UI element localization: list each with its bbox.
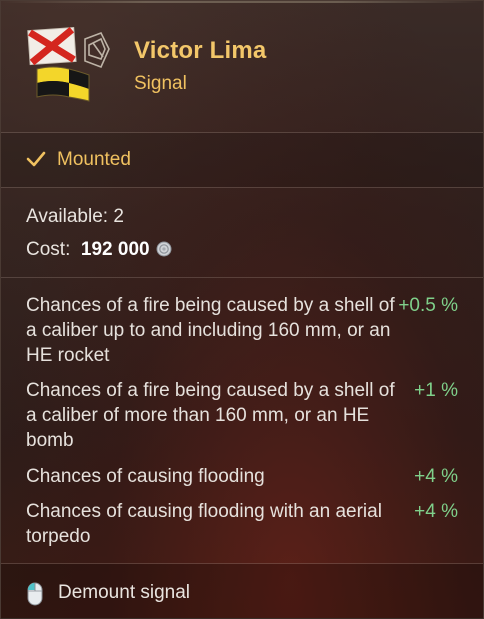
bonus-value: +0.5 % <box>398 295 458 316</box>
signal-tooltip: Victor Lima Signal Mounted Available: 2 … <box>0 0 484 619</box>
demount-signal-action[interactable]: Demount signal <box>1 564 483 619</box>
divider <box>1 187 483 188</box>
demount-signal-label: Demount signal <box>58 582 191 603</box>
credits-coin-icon <box>156 241 172 257</box>
mounted-status: Mounted <box>1 133 483 187</box>
bonus-description: Chances of causing flooding <box>26 466 265 487</box>
victor-lima-signal-flag-icon <box>27 26 110 102</box>
available-label: Available: <box>26 206 109 227</box>
bonus-value: +1 % <box>414 380 458 401</box>
bonus-value: +4 % <box>414 466 458 487</box>
checkmark-icon <box>26 151 46 167</box>
cost-value: 192 000 <box>80 239 150 260</box>
item-type: Signal <box>134 73 187 94</box>
bonus-description: Chances of a fire being caused by a shel… <box>26 295 395 366</box>
cost: Cost: 192 000 <box>26 239 172 261</box>
divider <box>1 277 483 278</box>
cost-label: Cost: <box>26 239 71 260</box>
bonus-value: +4 % <box>414 501 458 522</box>
bonus-description: Chances of causing flooding with an aeri… <box>26 501 382 547</box>
available-count: Available: 2 <box>26 206 124 228</box>
signal-name: Victor Lima <box>134 37 267 64</box>
status-label: Mounted <box>57 149 131 170</box>
bonus-description: Chances of a fire being caused by a shel… <box>26 380 395 451</box>
available-value: 2 <box>113 206 124 227</box>
tooltip-header: Victor Lima Signal <box>1 1 483 132</box>
mouse-left-click-icon <box>27 582 43 606</box>
